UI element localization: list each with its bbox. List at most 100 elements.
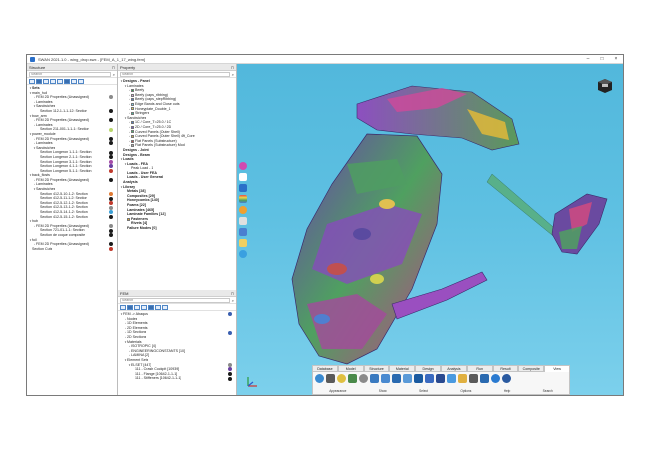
fem-tool-button[interactable] xyxy=(134,304,140,310)
tree-row[interactable]: Section Cuts xyxy=(29,247,115,252)
layers-icon[interactable] xyxy=(239,239,247,247)
tree-row[interactable]: 111 - Stiffeners [10642-1-1-1] xyxy=(120,376,234,381)
search-icon[interactable]: ⌕ xyxy=(232,298,234,303)
color-swatch-icon xyxy=(131,107,134,111)
foil-model-render[interactable] xyxy=(237,64,623,395)
ribbon-group-label: Search xyxy=(542,389,553,393)
tab-view[interactable]: View xyxy=(544,365,570,372)
options-gear-icon[interactable] xyxy=(469,374,478,383)
gear-icon[interactable] xyxy=(326,374,335,383)
title-bar: SWAN 2021.1.0 - wing_drop.swx - [FEM_A_1… xyxy=(27,55,623,64)
fem-panel-header: FEM ⊓ xyxy=(118,290,236,297)
fem-tool-button[interactable] xyxy=(148,304,154,310)
color-icon[interactable] xyxy=(337,374,346,383)
pin-icon[interactable]: ⊓ xyxy=(112,65,115,70)
ribbon-group-label: Options xyxy=(460,389,472,393)
tree-tool-button[interactable] xyxy=(64,78,70,84)
ribbon-tabs: Database Model Structure Material Design Anal… xyxy=(312,365,570,372)
image-icon[interactable] xyxy=(239,228,247,236)
pin-icon[interactable]: ⊓ xyxy=(231,65,234,70)
tree-tool-button[interactable] xyxy=(78,78,84,84)
ribbon-group-label: Show xyxy=(378,389,387,393)
fem-tool-button[interactable] xyxy=(127,304,133,310)
fem-tool-button[interactable] xyxy=(162,304,168,310)
sphere-icon[interactable] xyxy=(359,374,368,383)
select-box-icon[interactable] xyxy=(458,374,467,383)
fem-tool-button[interactable] xyxy=(141,304,147,310)
play-icon[interactable] xyxy=(239,250,247,258)
fem-tool-button[interactable] xyxy=(120,304,126,310)
tree-tool-button[interactable] xyxy=(36,78,42,84)
help-icon[interactable] xyxy=(491,374,500,383)
tree-tool-button[interactable] xyxy=(71,78,77,84)
ribbon: Database Model Structure Material Design Anal… xyxy=(312,365,570,395)
3d-viewport[interactable]: Database Model Structure Material Design Anal… xyxy=(237,64,623,395)
structure-search-row: ⌕ xyxy=(27,71,117,78)
view-cube-icon[interactable] xyxy=(597,78,613,94)
tree-row[interactable]: Failure Modes [0] xyxy=(120,226,234,231)
highlight-icon[interactable] xyxy=(239,162,247,170)
tree-row-label: 111 - Stiffeners [10642-1-1-1] xyxy=(135,376,182,381)
show-nodes-icon[interactable] xyxy=(381,374,390,383)
fem-tool-button[interactable] xyxy=(155,304,161,310)
close-button[interactable]: × xyxy=(609,55,623,64)
tab-model[interactable]: Model xyxy=(337,365,364,372)
tree-tool-button[interactable] xyxy=(57,78,63,84)
show-normals-icon[interactable] xyxy=(403,374,412,383)
display-mode-icon[interactable] xyxy=(239,184,247,192)
ribbon-group-label: Appearance xyxy=(329,389,347,393)
color-swatch-icon xyxy=(127,217,130,221)
application-window: SWAN 2021.1.0 - wing_drop.swx - [FEM_A_1… xyxy=(26,54,624,396)
color-swatch-icon xyxy=(131,134,134,138)
tab-database[interactable]: Database xyxy=(312,365,338,372)
palette-icon[interactable] xyxy=(239,206,247,214)
tree-tool-button[interactable] xyxy=(29,78,35,84)
pin-icon[interactable]: ⊓ xyxy=(231,291,234,296)
show-elements-icon[interactable] xyxy=(370,374,379,383)
options-settings-icon[interactable] xyxy=(480,374,489,383)
show-loads-icon[interactable] xyxy=(436,374,445,383)
structure-panel: Structure ⊓ ⌕ ▾Sets▾main_hull›FEM 2D Pro… xyxy=(27,64,118,395)
tree-tool-button[interactable] xyxy=(43,78,49,84)
fem-toolbar xyxy=(118,304,236,311)
color-swatch-icon xyxy=(131,144,134,148)
shade-icon[interactable] xyxy=(348,374,357,383)
color-dot-icon[interactable] xyxy=(109,247,113,252)
measure-icon[interactable] xyxy=(239,217,247,225)
property-search-input[interactable] xyxy=(120,71,230,77)
tab-composite[interactable]: Composite xyxy=(518,365,545,372)
tab-design[interactable]: Design xyxy=(415,365,441,372)
fem-search-input[interactable] xyxy=(120,297,230,303)
search-icon[interactable]: ⌕ xyxy=(232,72,234,77)
refresh-icon[interactable] xyxy=(315,374,324,383)
color-dot-icon[interactable] xyxy=(228,376,232,381)
tab-material[interactable]: Material xyxy=(389,365,416,372)
color-swatch-icon xyxy=(131,93,134,97)
search-tool-icon[interactable] xyxy=(502,374,511,383)
color-swatch-icon xyxy=(131,121,134,125)
show-edges-icon[interactable] xyxy=(392,374,401,383)
color-swatch-icon xyxy=(131,139,134,143)
show-beams-icon[interactable] xyxy=(414,374,423,383)
tab-structure[interactable]: Structure xyxy=(363,365,390,372)
tab-result[interactable]: Result xyxy=(492,365,519,372)
structure-toolbar xyxy=(27,78,117,85)
color-legend-icon[interactable] xyxy=(239,195,247,203)
structure-tree: ▾ Sets ▾ main_hull › FEM 2D Properties (Unass… xyxy=(27,85,117,252)
tree-tool-button[interactable] xyxy=(50,78,56,84)
search-icon[interactable]: ⌕ xyxy=(113,72,115,77)
fem-section: FEM ⊓ ⌕ ▾FEM -> Abaqus›Nodes›1D Elements… xyxy=(118,290,236,382)
maximize-button[interactable]: □ xyxy=(595,55,609,64)
select-icon[interactable] xyxy=(447,374,456,383)
property-panel-title: Property xyxy=(120,64,136,70)
beam-profile-icon[interactable] xyxy=(425,374,434,383)
tab-run[interactable]: Run xyxy=(466,365,493,372)
property-panel: Property ⊓ ⌕ ▾Designs - Panel▾Laminates›… xyxy=(118,64,237,395)
tab-analysis[interactable]: Analysis xyxy=(440,365,467,372)
color-swatch-icon xyxy=(131,111,134,115)
property-tree: ▾ Designs - Panel ▾ Laminates › Beefy › Beefy (… xyxy=(118,78,236,286)
property-search-row: ⌕ xyxy=(118,71,236,78)
minimize-button[interactable]: – xyxy=(581,55,595,64)
structure-search-input[interactable] xyxy=(29,71,111,77)
color-swatch-icon xyxy=(131,125,134,129)
